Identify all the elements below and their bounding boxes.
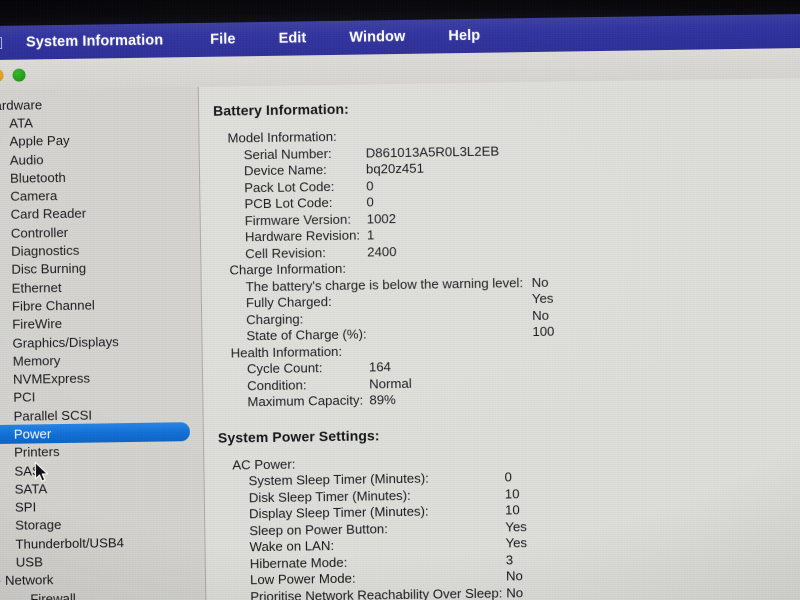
info-row-key: Maximum Capacity: <box>247 392 364 410</box>
info-row-key: Condition: <box>247 376 307 393</box>
sidebar-item-label: FireWire <box>12 316 63 332</box>
sidebar-item-label: Printers <box>14 444 60 461</box>
info-row-value: 89% <box>369 392 396 408</box>
sidebar-item-label: Parallel SCSI <box>13 407 93 424</box>
info-row-value: bq20z451 <box>365 160 425 177</box>
sidebar-item-label: Network <box>4 572 54 589</box>
window-controls <box>0 68 26 83</box>
sidebar-item-label: NVMExpress <box>12 370 91 387</box>
info-row-key: Wake on LAN: <box>249 538 335 555</box>
system-power-settings-heading: System Power Settings: <box>217 426 380 446</box>
sidebar-item-label: Camera <box>10 188 58 204</box>
info-row-value: No <box>532 307 550 323</box>
info-row-value: 0 <box>504 469 513 485</box>
sidebar-item-label: Power <box>13 426 52 442</box>
info-row-key: Hibernate Mode: <box>249 554 348 571</box>
info-row-key: Device Name: <box>243 162 327 179</box>
info-row-value: No <box>531 274 549 290</box>
info-row-key: Cycle Count: <box>246 360 323 377</box>
sidebar-item-label: ATA <box>9 115 34 131</box>
info-row-value: No <box>505 568 523 584</box>
sidebar-item-label: Storage <box>15 517 62 534</box>
menu-item-window[interactable]: Window <box>336 28 435 46</box>
info-row-key: Prioritise Network Reachability Over Sle… <box>250 585 503 600</box>
info-row-value: D861013A5R0L3L2EB <box>365 143 500 160</box>
info-row-key: Hardware Revision: <box>244 227 361 245</box>
sidebar-item-label: Diagnostics <box>11 242 80 259</box>
sidebar-item-label: Disc Burning <box>11 260 87 278</box>
sidebar-item-label: Apple Pay <box>9 133 70 150</box>
sidebar-item-label: Hardware <box>0 96 43 113</box>
detail-pane: Battery Information: Model Information: … <box>198 77 800 600</box>
battery-information-heading: Battery Information: <box>212 100 349 119</box>
sidebar-item-label: SATA <box>14 481 48 497</box>
info-row-value: 1 <box>366 227 375 243</box>
info-row-key: Pack Lot Code: <box>244 178 335 195</box>
info-row-key: Charging: <box>246 310 304 327</box>
minimize-button[interactable] <box>0 68 4 83</box>
apple-logo-icon[interactable]:  <box>0 33 6 53</box>
info-row-key: Disk Sleep Timer (Minutes): <box>248 487 411 505</box>
info-row-key: Serial Number: <box>243 145 332 162</box>
menu-item-help[interactable]: Help <box>435 28 493 45</box>
info-row-key: Firmware Version: <box>244 211 352 228</box>
info-row-key: Low Power Mode: <box>249 570 356 588</box>
sidebar-item-label: PCI <box>13 389 36 406</box>
sidebar-item-label: Ethernet <box>11 279 62 296</box>
sidebar-item-label: Card Reader <box>10 206 87 223</box>
sidebar[interactable]: Hardware ATA Apple Pay Audio Bluetooth Camera… <box>0 86 207 600</box>
info-row-value: 10 <box>504 485 520 501</box>
info-row-value: 1002 <box>366 210 397 226</box>
sidebar-item-label: Thunderbolt/USB4 <box>15 534 125 552</box>
sidebar-item-label: Fibre Channel <box>11 297 95 314</box>
sidebar-item-label: USB <box>15 554 43 570</box>
menu-item-system-information[interactable]: System Information <box>16 32 197 51</box>
zoom-button[interactable] <box>12 68 26 82</box>
system-information-window: Hardware ATA Apple Pay Audio Bluetooth Camera… <box>0 47 800 600</box>
sidebar-item-label: Controller <box>10 224 69 241</box>
health-information-rows: Cycle Count: 164 Condition: Normal Maximum C… <box>217 353 800 411</box>
info-row-value: Yes <box>531 290 554 307</box>
info-row-value: 100 <box>532 323 555 340</box>
sidebar-item-label: Bluetooth <box>9 169 66 186</box>
ac-power-rows: System Sleep Timer (Minutes): 0 Disk Sleep… <box>218 465 800 600</box>
info-row-key: Cell Revision: <box>245 244 326 261</box>
model-information-rows: Serial Number: D861013A5R0L3L2EB Device Na… <box>214 138 800 262</box>
info-row-key: Display Sleep Timer (Minutes): <box>248 503 429 522</box>
info-row-key: Fully Charged: <box>245 294 332 311</box>
info-row-value: 0 <box>366 194 374 210</box>
info-row-value: 164 <box>368 359 392 375</box>
info-row-value: No <box>506 584 524 600</box>
info-row-key: Sleep on Power Button: <box>249 520 388 538</box>
sidebar-item-label: Memory <box>12 352 61 369</box>
sidebar-item-label: SPI <box>14 499 37 515</box>
info-row-value: Yes <box>505 518 527 534</box>
info-row-value: 2400 <box>367 243 397 259</box>
sidebar-item-label: Firewall <box>30 590 76 600</box>
info-row-value: 10 <box>504 502 520 518</box>
info-row-value: 3 <box>505 551 514 567</box>
info-row-key: System Sleep Timer (Minutes): <box>248 470 429 489</box>
info-row-key: PCB Lot Code: <box>244 194 333 212</box>
sidebar-item-label: Audio <box>9 151 44 168</box>
info-row-value: 0 <box>366 177 374 193</box>
info-row-value: Normal <box>369 375 412 391</box>
menu-item-file[interactable]: File <box>197 31 266 48</box>
sidebar-item-label: Graphics/Displays <box>12 333 119 351</box>
info-row-value: Yes <box>505 535 528 551</box>
sidebar-item-label: SAS <box>14 462 41 479</box>
info-row-key: State of Charge (%): <box>246 326 367 344</box>
menu-item-edit[interactable]: Edit <box>265 30 336 47</box>
charge-information-rows: The battery's charge is below the warnin… <box>216 270 800 345</box>
sidebar-item-firewall[interactable]: Firewall <box>0 587 206 600</box>
